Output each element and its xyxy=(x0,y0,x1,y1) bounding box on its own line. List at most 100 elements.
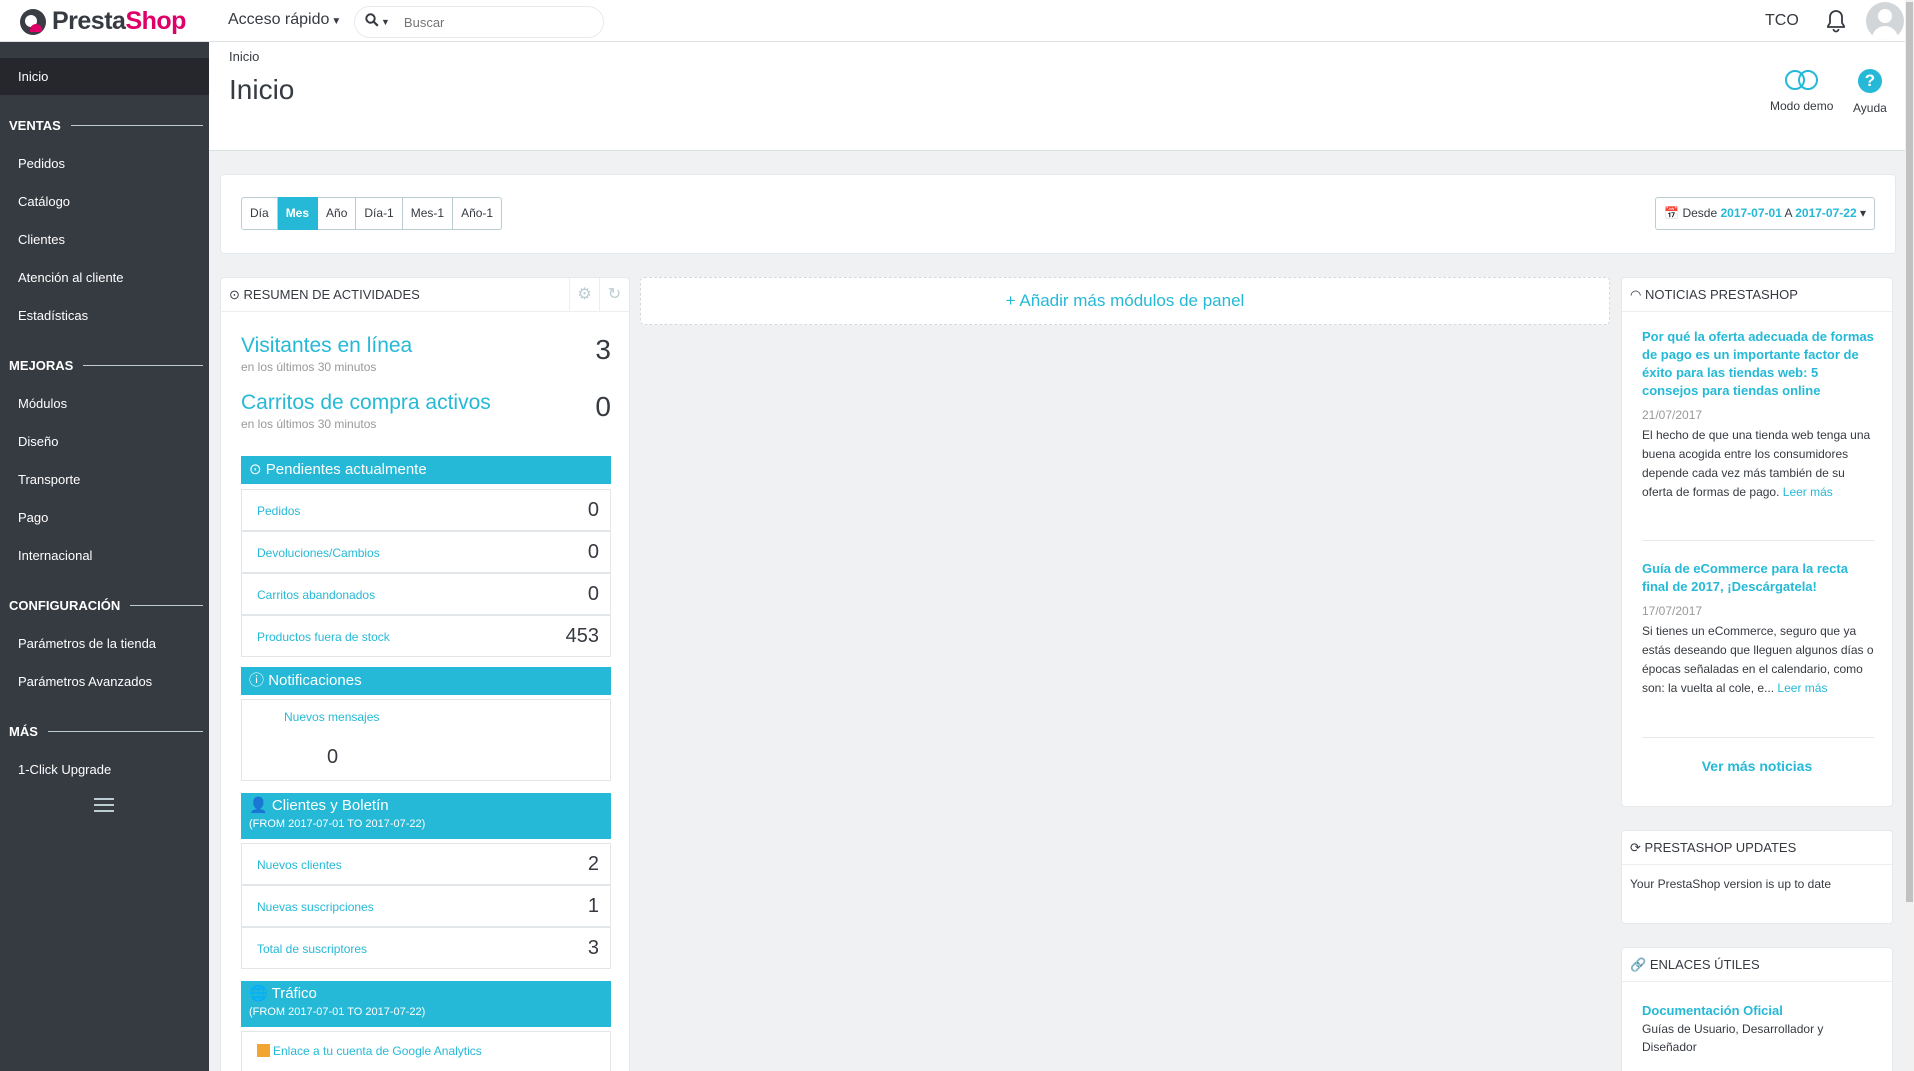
row-label[interactable]: Total de suscriptores xyxy=(257,942,367,956)
news-panel: ◠ NOTICIAS PRESTASHOP Por qué la oferta … xyxy=(1621,277,1893,807)
visitors-online: Visitantes en línea en los últimos 30 mi… xyxy=(241,334,611,374)
customers-row[interactable]: Nuevas suscripciones 1 xyxy=(241,885,611,927)
row-value: 0 xyxy=(587,541,599,563)
news-title[interactable]: Por qué la oferta adecuada de formas de … xyxy=(1642,328,1874,400)
section-subtitle: (FROM 2017-07-01 TO 2017-07-22) xyxy=(249,818,426,830)
updates-panel: ⟳ PRESTASHOP UPDATES Your PrestaShop ver… xyxy=(1621,830,1893,924)
add-modules-button[interactable]: + Añadir más módulos de panel xyxy=(640,277,1610,325)
logo-icon xyxy=(20,8,46,35)
date-range-picker[interactable]: 📅 Desde 2017-07-01 A 2017-07-22 ▾ xyxy=(1655,197,1875,230)
help-button[interactable]: ? Ayuda xyxy=(1853,69,1887,115)
period-prev-month-button[interactable]: Mes-1 xyxy=(402,197,454,230)
read-more-link[interactable]: Leer más xyxy=(1777,681,1827,695)
news-body-text: Si tienes un eCommerce, seguro que ya es… xyxy=(1642,624,1874,695)
toggle-icon xyxy=(1784,69,1819,91)
pending-row[interactable]: Pedidos 0 xyxy=(241,489,611,531)
prestashop-logo[interactable]: PrestaShop xyxy=(20,7,186,36)
row-label[interactable]: Carritos abandonados xyxy=(257,588,375,602)
period-prev-day-button[interactable]: Día-1 xyxy=(356,197,403,230)
news-date: 17/07/2017 xyxy=(1642,604,1703,618)
documentation-link[interactable]: Documentación Oficial xyxy=(1642,1002,1872,1020)
breadcrumb[interactable]: Inicio xyxy=(229,49,259,64)
clock-icon: ⊙ xyxy=(229,287,240,302)
sidebar-item-internacional[interactable]: Internacional xyxy=(0,537,209,575)
sidebar-item-catalogo[interactable]: Catálogo xyxy=(0,183,209,221)
read-more-link[interactable]: Leer más xyxy=(1783,485,1833,499)
page-header: Inicio Inicio Modo demo ? Ayuda xyxy=(209,42,1905,151)
shop-code[interactable]: TCO xyxy=(1765,12,1799,30)
page-title: Inicio xyxy=(229,74,295,105)
divider xyxy=(1642,737,1874,738)
demo-mode-button[interactable]: Modo demo xyxy=(1770,69,1833,113)
news-body-text: El hecho de que una tienda web tenga una… xyxy=(1642,428,1871,499)
scrollbar-thumb[interactable] xyxy=(1906,2,1913,902)
sidebar-item-modulos[interactable]: Módulos xyxy=(0,385,209,423)
menu-collapse-icon[interactable] xyxy=(94,798,114,816)
period-year-button[interactable]: Año xyxy=(318,197,357,230)
row-value: 3 xyxy=(587,937,599,959)
page-scrollbar[interactable] xyxy=(1905,0,1914,1071)
caret-down-icon[interactable]: ▼ xyxy=(381,17,390,27)
sidebar-item-pago[interactable]: Pago xyxy=(0,499,209,537)
analytics-link[interactable]: Enlace a tu cuenta de Google Analytics xyxy=(257,1044,482,1058)
bell-icon[interactable] xyxy=(1826,9,1846,33)
row-value: 1 xyxy=(587,895,599,917)
quick-access-dropdown[interactable]: Acceso rápido ▼ xyxy=(228,11,341,29)
sidebar-item-atencion[interactable]: Atención al cliente xyxy=(0,259,209,297)
row-label[interactable]: Nuevos clientes xyxy=(257,858,342,872)
row-label[interactable]: Nuevas suscripciones xyxy=(257,900,374,914)
divider xyxy=(1642,540,1874,541)
plus-icon: + xyxy=(1005,291,1016,310)
avatar[interactable] xyxy=(1866,2,1904,40)
useful-links-panel: 🔗 ENLACES ÚTILES Documentación Oficial G… xyxy=(1621,947,1893,1071)
help-label: Ayuda xyxy=(1853,101,1887,115)
active-carts: Carritos de compra activos en los último… xyxy=(241,391,611,431)
period-buttons: Día Mes Año Día-1 Mes-1 Año-1 xyxy=(241,197,503,230)
pending-row[interactable]: Devoluciones/Cambios 0 xyxy=(241,531,611,573)
row-label[interactable]: Productos fuera de stock xyxy=(257,630,390,644)
visitors-label[interactable]: Visitantes en línea xyxy=(241,334,611,358)
calendar-icon: 📅 xyxy=(1664,206,1680,220)
analytics-icon xyxy=(257,1044,270,1057)
sidebar-item-parametros-avanzados[interactable]: Parámetros Avanzados xyxy=(0,663,209,701)
new-messages-link[interactable]: Nuevos mensajes xyxy=(284,710,379,724)
period-prev-year-button[interactable]: Año-1 xyxy=(453,197,503,230)
panel-title: NOTICIAS PRESTASHOP xyxy=(1644,287,1798,302)
sidebar-item-diseno[interactable]: Diseño xyxy=(0,423,209,461)
sidebar-item-upgrade[interactable]: 1-Click Upgrade xyxy=(0,751,209,789)
row-label[interactable]: Pedidos xyxy=(257,504,300,518)
search-input[interactable] xyxy=(403,14,584,30)
sidebar-item-transporte[interactable]: Transporte xyxy=(0,461,209,499)
gear-icon[interactable]: ⚙ xyxy=(569,278,599,312)
caret-down-icon: ▼ xyxy=(331,16,342,27)
pending-row[interactable]: Carritos abandonados 0 xyxy=(241,573,611,615)
row-value: 2 xyxy=(587,853,599,875)
visitors-sub: en los últimos 30 minutos xyxy=(241,360,377,374)
see-more-news-link[interactable]: Ver más noticias xyxy=(1622,758,1892,774)
carts-label[interactable]: Carritos de compra activos xyxy=(241,391,611,415)
sidebar-item-estadisticas[interactable]: Estadísticas xyxy=(0,297,209,335)
customers-row[interactable]: Total de suscriptores 3 xyxy=(241,927,611,969)
sidebar-item-inicio[interactable]: Inicio xyxy=(0,58,209,95)
updates-status: Your PrestaShop version is up to date xyxy=(1630,877,1832,891)
period-day-button[interactable]: Día xyxy=(241,197,278,230)
period-month-button[interactable]: Mes xyxy=(277,197,319,230)
sidebar-item-pedidos[interactable]: Pedidos xyxy=(0,145,209,183)
pending-row[interactable]: Productos fuera de stock 453 xyxy=(241,615,611,657)
refresh-icon[interactable]: ↻ xyxy=(599,278,629,312)
news-title[interactable]: Guía de eCommerce para la recta final de… xyxy=(1642,560,1874,596)
sidebar-section-ventas: VENTAS xyxy=(0,115,209,135)
row-label[interactable]: Devoluciones/Cambios xyxy=(257,546,380,560)
news-body: El hecho de que una tienda web tenga una… xyxy=(1642,426,1874,502)
section-title: Notificaciones xyxy=(268,672,362,689)
sidebar-item-clientes[interactable]: Clientes xyxy=(0,221,209,259)
pending-header: ⊙ Pendientes actualmente xyxy=(241,456,611,484)
sidebar-item-parametros-tienda[interactable]: Parámetros de la tienda xyxy=(0,625,209,663)
section-title: CONFIGURACIÓN xyxy=(9,597,121,613)
panel-header: ⊙ RESUMEN DE ACTIVIDADES xyxy=(221,278,629,312)
notifications-header: ⓘ Notificaciones xyxy=(241,667,611,695)
search-icon[interactable] xyxy=(365,13,379,31)
customers-row[interactable]: Nuevos clientes 2 xyxy=(241,843,611,885)
period-selector-panel: Día Mes Año Día-1 Mes-1 Año-1 📅 Desde 20… xyxy=(220,174,1896,254)
visitors-value: 3 xyxy=(595,334,611,365)
